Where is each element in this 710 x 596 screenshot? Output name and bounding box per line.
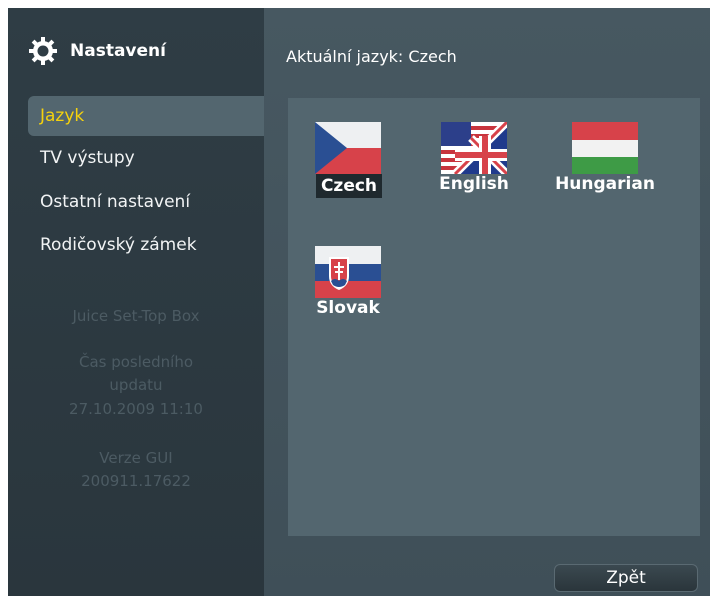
sidebar-item-rodicovsky-zamek[interactable]: Rodičovský zámek [28, 225, 264, 265]
sidebar-item-label: TV výstupy [40, 148, 135, 168]
page-title: Nastavení [70, 41, 166, 61]
sidebar-item-label: Ostatní nastavení [40, 192, 191, 212]
gui-version-label: Verze GUI [99, 449, 173, 467]
sidebar-item-tv-vystupy[interactable]: TV výstupy [28, 138, 264, 178]
current-language: Aktuální jazyk: Czech [286, 47, 457, 66]
main-panel: Aktuální jazyk: Czech Czech English Hung… [264, 8, 710, 596]
language-label: English [439, 174, 509, 194]
gear-icon [29, 37, 57, 65]
slovakia-flag-icon [315, 246, 381, 298]
sidebar-item-label: Rodičovský zámek [40, 235, 197, 255]
language-hungarian[interactable]: Hungarian [543, 122, 655, 222]
language-english[interactable]: English [412, 122, 512, 222]
language-label: Slovak [316, 298, 380, 318]
language-slovak[interactable]: Slovak [286, 246, 386, 346]
language-czech[interactable]: Czech [286, 122, 386, 222]
last-update-value: 27.10.2009 11:10 [69, 400, 203, 418]
hungary-flag-icon [572, 122, 638, 174]
back-button[interactable]: Zpět [554, 564, 698, 592]
language-grid: Czech English Hungarian Slovak [288, 98, 700, 536]
device-name: Juice Set-Top Box [72, 307, 200, 325]
czech-flag-icon [315, 122, 381, 174]
sidebar-item-ostatni-nastaveni[interactable]: Ostatní nastavení [28, 182, 264, 222]
sidebar: Nastavení Jazyk TV výstupy Ostatní nasta… [8, 8, 264, 596]
language-label: Hungarian [555, 174, 655, 194]
sidebar-item-jazyk[interactable]: Jazyk [28, 96, 264, 136]
sidebar-item-label: Jazyk [40, 106, 85, 126]
uk-us-flag-icon [441, 122, 507, 174]
gui-version-value: 200911.17622 [81, 472, 191, 490]
last-update-label-cont: updatu [109, 376, 163, 394]
language-label: Czech [316, 174, 382, 198]
last-update-label: Čas posledního [78, 353, 194, 371]
sidebar-header: Nastavení [8, 8, 264, 96]
